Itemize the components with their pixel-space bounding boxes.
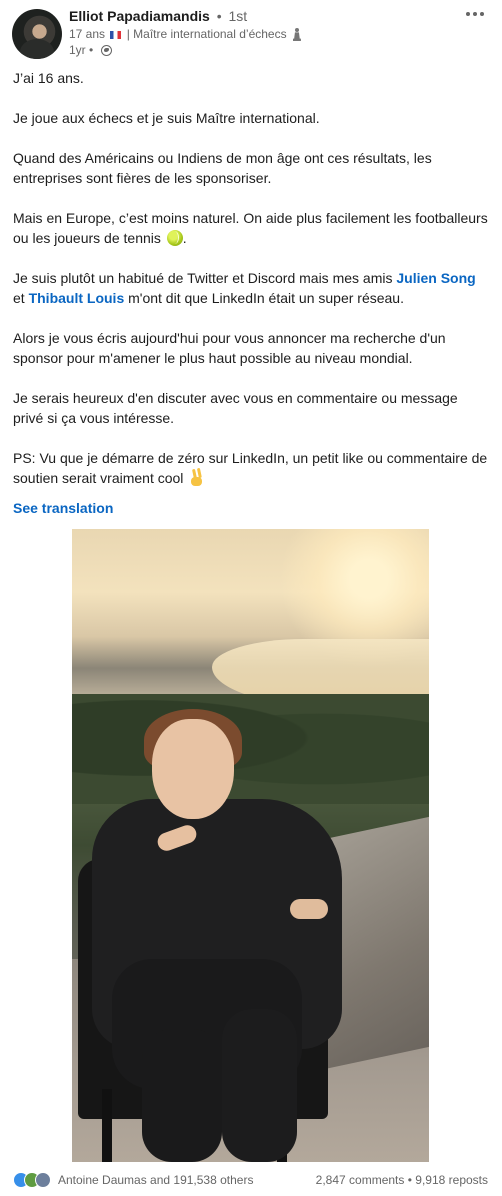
author-avatar[interactable] bbox=[12, 9, 62, 59]
reaction-icons[interactable] bbox=[13, 1172, 53, 1188]
author-headline: 17 ans | Maître international d’échecs bbox=[69, 27, 301, 41]
france-flag-icon bbox=[110, 30, 122, 39]
post-text: Je suis plutôt un habitué de Twitter et … bbox=[13, 270, 397, 286]
post-paragraph: Je suis plutôt un habitué de Twitter et … bbox=[13, 268, 491, 308]
victory-hand-emoji bbox=[190, 469, 204, 486]
post-body: J’ai 16 ans. Je joue aux échecs et je su… bbox=[13, 68, 491, 508]
post-age: 1yr bbox=[69, 43, 86, 57]
photo-bushes bbox=[72, 694, 429, 804]
photo-person-head bbox=[152, 719, 234, 819]
photo-person-hand bbox=[290, 899, 328, 919]
post-paragraph: PS: Vu que je démarre de zéro sur Linked… bbox=[13, 448, 491, 488]
more-options-icon[interactable] bbox=[466, 10, 486, 20]
mention-link-julien-song[interactable]: Julien Song bbox=[396, 270, 475, 286]
post-text: . bbox=[182, 230, 187, 246]
mention-link-thibault-louis[interactable]: Thibault Louis bbox=[29, 290, 125, 306]
post-text: et bbox=[13, 290, 29, 306]
see-translation-link[interactable]: See translation bbox=[13, 500, 113, 516]
post-paragraph: Alors je vous écris aujourd'hui pour vou… bbox=[13, 328, 491, 368]
time-separator-dot: • bbox=[89, 43, 94, 57]
chess-pawn-icon bbox=[293, 28, 301, 41]
author-name-line: Elliot Papadiamandis • 1st bbox=[69, 8, 247, 24]
social-counts: Antoine Daumas and 191,538 others 2,847 … bbox=[0, 1168, 502, 1192]
photo-chair-leg bbox=[102, 1089, 112, 1162]
post-text: Mais en Europe, c’est moins naturel. On … bbox=[13, 210, 488, 246]
post-paragraph: Je serais heureux d'en discuter avec vou… bbox=[13, 388, 491, 428]
reposts-count[interactable]: 9,918 reposts bbox=[415, 1173, 488, 1187]
support-reaction-icon bbox=[35, 1172, 51, 1188]
post-text: Quand des Américains ou Indiens de mon â… bbox=[13, 150, 432, 186]
post-paragraph: Je joue aux échecs et je suis Maître int… bbox=[13, 108, 491, 128]
post-header: Elliot Papadiamandis • 1st 17 ans | Maît… bbox=[0, 0, 502, 64]
footer-separator-dot: • bbox=[407, 1173, 412, 1187]
photo-person-leg bbox=[142, 1029, 222, 1162]
author-title: | Maître international d’échecs bbox=[126, 27, 287, 41]
photo-person-leg bbox=[222, 1009, 297, 1162]
post-text: Je joue aux échecs et je suis Maître int… bbox=[13, 110, 320, 126]
post-text: Je serais heureux d'en discuter avec vou… bbox=[13, 390, 458, 426]
post-text: Alors je vous écris aujourd'hui pour vou… bbox=[13, 330, 446, 366]
author-name[interactable]: Elliot Papadiamandis bbox=[69, 8, 210, 24]
post-text: PS: Vu que je démarre de zéro sur Linked… bbox=[13, 450, 488, 486]
post-photo[interactable] bbox=[72, 529, 429, 1162]
post-paragraph: J’ai 16 ans. bbox=[13, 68, 491, 88]
post-paragraph: Quand des Américains ou Indiens de mon â… bbox=[13, 148, 491, 188]
post-text: m'ont dit que LinkedIn était un super ré… bbox=[124, 290, 404, 306]
post-time: 1yr • bbox=[69, 43, 112, 57]
avatar-silhouette bbox=[20, 39, 54, 59]
post-paragraph: Mais en Europe, c’est moins naturel. On … bbox=[13, 208, 491, 248]
separator-dot: • bbox=[216, 8, 222, 24]
comments-count[interactable]: 2,847 comments bbox=[316, 1173, 405, 1187]
tennis-ball-emoji bbox=[166, 230, 183, 246]
post-text: J’ai 16 ans. bbox=[13, 70, 84, 86]
globe-icon bbox=[100, 45, 112, 57]
reactors-count[interactable]: Antoine Daumas and 191,538 others bbox=[58, 1173, 253, 1187]
comments-reposts-count: 2,847 comments • 9,918 reposts bbox=[316, 1173, 488, 1187]
connection-degree: 1st bbox=[228, 8, 248, 24]
author-age: 17 ans bbox=[69, 27, 106, 41]
